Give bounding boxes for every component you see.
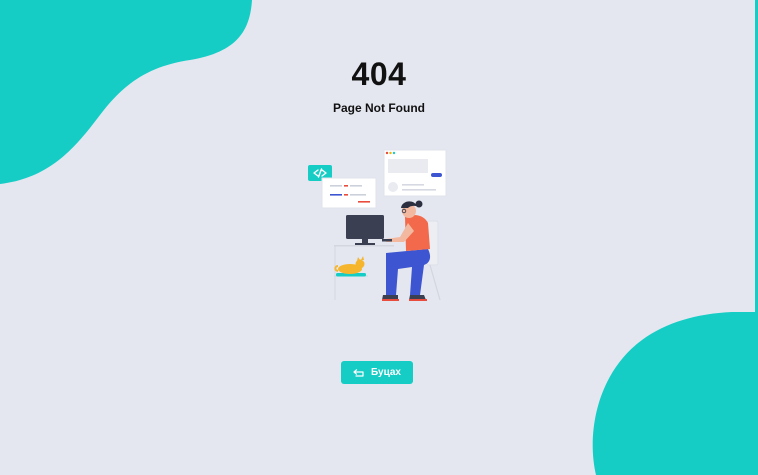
error-code: 404 [351, 56, 407, 92]
back-arrow-icon [353, 368, 364, 377]
error-message: Page Not Found [333, 101, 425, 115]
back-button-label: Буцах [370, 367, 401, 378]
person [382, 200, 431, 301]
cat [334, 256, 366, 277]
monitor [346, 215, 384, 246]
decorative-blob-bottom-right [592, 312, 758, 475]
developer-illustration [308, 149, 447, 301]
browser-card [383, 149, 447, 197]
back-button[interactable]: Буцах [341, 361, 413, 384]
code-card [321, 177, 377, 209]
